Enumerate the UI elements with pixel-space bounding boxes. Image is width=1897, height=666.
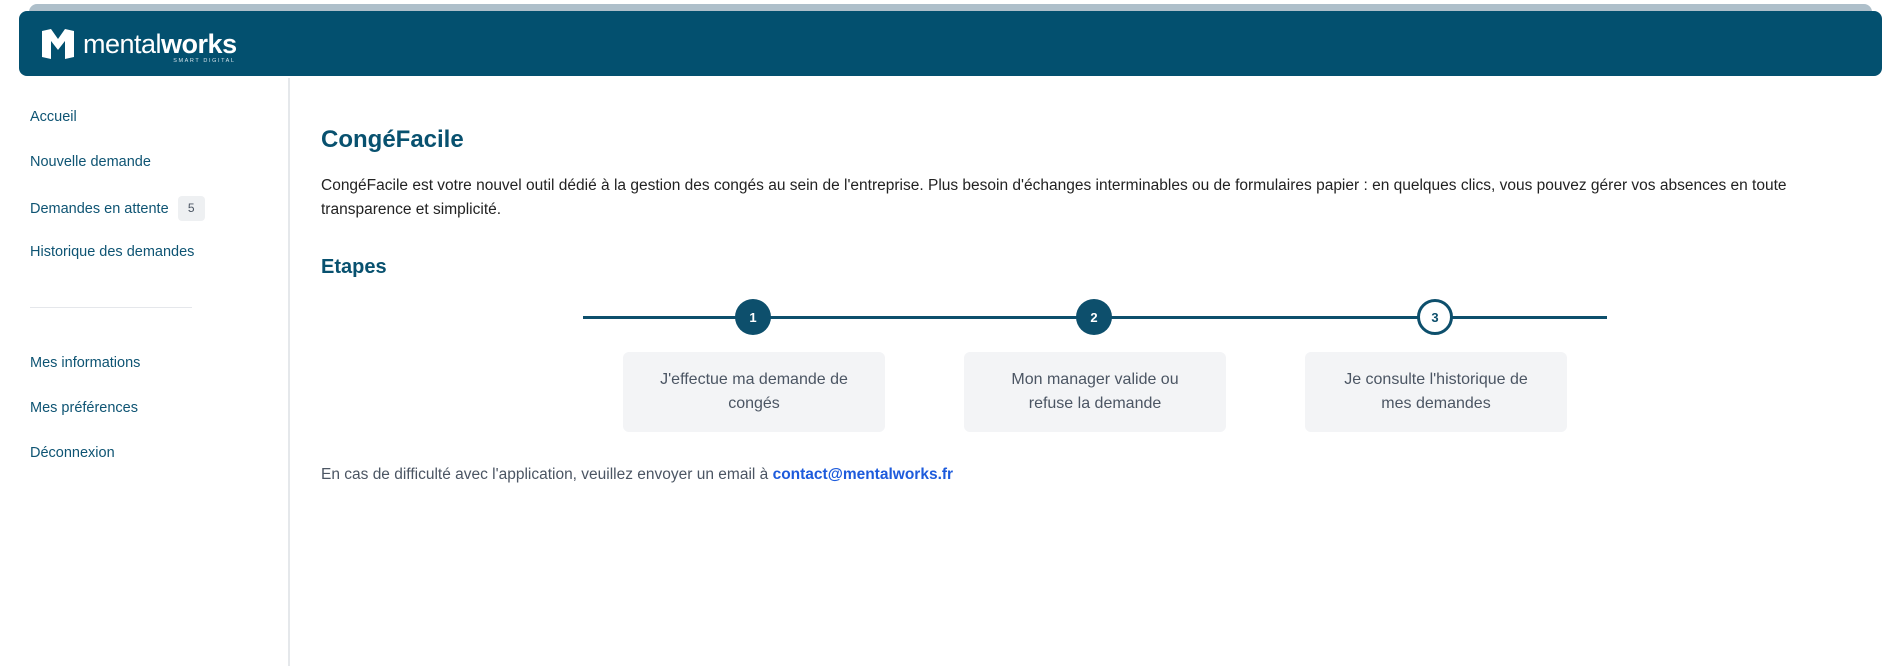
- contact-line: En cas de difficulté avec l'application,…: [321, 466, 953, 484]
- sidebar-item-label: Nouvelle demande: [30, 154, 151, 170]
- sidebar-item-mes-informations[interactable]: Mes informations: [30, 355, 140, 371]
- step-2-number: 2: [1076, 299, 1112, 335]
- sidebar-item-label: Accueil: [30, 109, 77, 125]
- step-1-card: J'effectue ma demande de congés: [623, 352, 885, 432]
- contact-text: En cas de difficulté avec l'application,…: [321, 466, 769, 483]
- sidebar-item-label: Historique des demandes: [30, 244, 195, 260]
- sidebar-item-demandes-en-attente[interactable]: Demandes en attente 5: [30, 196, 205, 221]
- step-3-number: 3: [1417, 299, 1453, 335]
- sidebar-item-historique[interactable]: Historique des demandes: [30, 244, 194, 260]
- mentalworks-logo[interactable]: mentalworks SMART DIGITAL: [39, 27, 237, 64]
- sidebar-item-mes-preferences[interactable]: Mes préférences: [30, 400, 138, 416]
- sidebar-item-label: Déconnexion: [30, 445, 115, 461]
- sidebar: Accueil Nouvelle demande Demandes en att…: [0, 78, 290, 666]
- sidebar-divider: [30, 307, 192, 308]
- sidebar-item-nouvelle-demande[interactable]: Nouvelle demande: [30, 154, 151, 170]
- step-3-text: Je consulte l'historique de mes demandes: [1344, 371, 1528, 412]
- step-1-text: J'effectue ma demande de congés: [660, 371, 848, 412]
- pending-count-badge: 5: [177, 196, 205, 221]
- step-2-text: Mon manager valide ou refuse la demande: [1011, 371, 1179, 412]
- page-title: CongéFacile: [321, 126, 464, 153]
- sidebar-item-accueil[interactable]: Accueil: [30, 109, 77, 125]
- contact-email-link[interactable]: contact@mentalworks.fr: [773, 466, 954, 483]
- sidebar-item-label: Mes informations: [30, 355, 141, 371]
- logo-wordmark: mentalworks SMART DIGITAL: [83, 28, 237, 64]
- sidebar-item-label: Mes préférences: [30, 400, 138, 416]
- step-2-card: Mon manager valide ou refuse la demande: [964, 352, 1226, 432]
- app-header: mentalworks SMART DIGITAL: [19, 11, 1882, 76]
- logo-mark-icon: [42, 29, 74, 59]
- logo-word-bold: works: [161, 28, 237, 59]
- sidebar-item-deconnexion[interactable]: Déconnexion: [30, 445, 115, 461]
- step-3-card: Je consulte l'historique de mes demandes: [1305, 352, 1567, 432]
- sidebar-item-label: Demandes en attente: [30, 200, 169, 217]
- logo-tagline: SMART DIGITAL: [173, 58, 236, 64]
- steps-title: Etapes: [321, 256, 387, 278]
- logo-word-light: mental: [83, 28, 162, 59]
- step-1-number: 1: [735, 299, 771, 335]
- intro-text: CongéFacile est votre nouvel outil dédié…: [321, 177, 1787, 218]
